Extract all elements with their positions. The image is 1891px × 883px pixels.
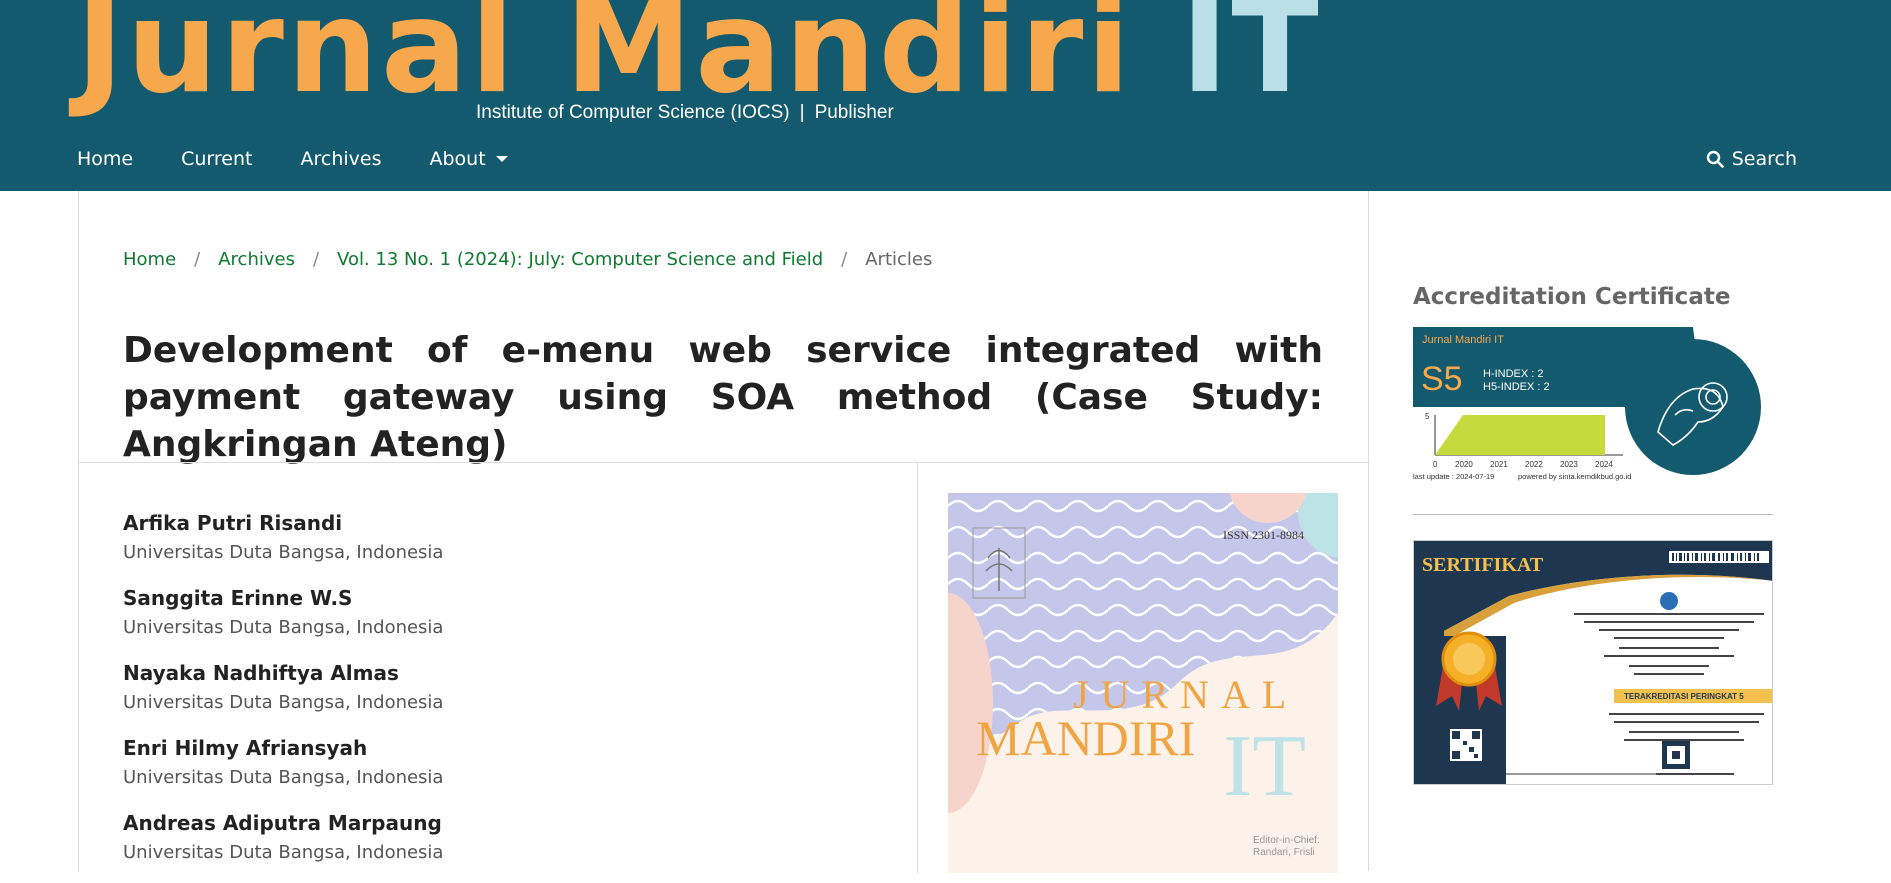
author-name: Enri Hilmy Afriansyah [123,736,368,760]
nav-about-label: About [429,148,486,170]
sidebar-divider [1413,514,1773,515]
cover-issn: ISSN 2301-8984 [1223,528,1304,542]
subtitle-separator: | [799,102,805,123]
breadcrumb-issue[interactable]: Vol. 13 No. 1 (2024): July: Computer Sci… [337,249,823,270]
author-name: Andreas Adiputra Marpaung [123,811,442,835]
sinta-grade: S5 [1421,360,1463,398]
certificate-title: SERTIFIKAT [1422,554,1544,576]
site-logo[interactable]: Jurnal Mandiri IT [76,0,1322,112]
sinta-last-update: last update : 2024-07-19 [1413,472,1494,481]
search-label: Search [1731,148,1797,170]
main-nav: Home Current Archives About [77,148,508,170]
nav-current[interactable]: Current [181,148,252,170]
author-list: Arfika Putri Risandi Universitas Duta Ba… [123,508,883,883]
article-title: Development of e-menu web service integr… [123,330,1323,465]
author-affiliation: Universitas Duta Bangsa, Indonesia [123,617,444,638]
chevron-down-icon [495,156,508,162]
breadcrumb-home[interactable]: Home [123,249,176,270]
search-link[interactable]: Search [1706,148,1797,170]
cover-word-it: IT [1223,718,1306,815]
sinta-journal-name: Jurnal Mandiri IT [1422,334,1504,346]
sinta-h-index: H-INDEX : 2 [1483,368,1544,380]
sinta-x-tick: 2020 [1455,460,1473,469]
sinta-h5-index: H5-INDEX : 2 [1483,381,1550,393]
search-icon [1706,150,1724,168]
cover-art: ISSN 2301-8984 JURNAL MANDIRI IT Editor-… [948,493,1338,873]
site-header: Jurnal Mandiri IT Institute of Computer … [0,0,1891,191]
logo-text-it: IT [1180,0,1322,122]
sinta-x-tick: 2023 [1560,460,1578,469]
breadcrumb-current: Articles [865,249,933,270]
sinta-x-tick: 2021 [1490,460,1508,469]
journal-cover-image[interactable]: ISSN 2301-8984 JURNAL MANDIRI IT Editor-… [948,493,1338,873]
author-entry: Sanggita Erinne W.S Universitas Duta Ban… [123,583,883,643]
author-name: Arfika Putri Risandi [123,511,343,535]
sinta-badge-art: Jurnal Mandiri IT S5 H-INDEX : 2 H5-INDE… [1413,327,1761,483]
column-divider [917,463,918,873]
cover-editor-label: Editor-in-Chief: [1253,835,1320,846]
breadcrumb-separator: / [841,249,848,270]
author-name: Nayaka Nadhiftya Almas [123,661,399,685]
divider [79,462,1370,463]
accreditation-certificate[interactable]: SERTIFIKAT TERAKREDITASI PERINGKAT 5 [1413,540,1773,785]
breadcrumb-separator: / [312,249,320,270]
sinta-y-tick: 5 [1425,412,1430,421]
author-affiliation: Universitas Duta Bangsa, Indonesia [123,842,444,863]
breadcrumb-archives[interactable]: Archives [218,249,295,270]
sinta-x-tick: 0 [1433,460,1438,469]
author-affiliation: Universitas Duta Bangsa, Indonesia [123,542,444,563]
author-affiliation: Universitas Duta Bangsa, Indonesia [123,767,444,788]
certificate-art: SERTIFIKAT TERAKREDITASI PERINGKAT 5 [1414,541,1772,784]
sinta-x-tick: 2022 [1525,460,1543,469]
nav-archives[interactable]: Archives [300,148,381,170]
breadcrumb: Home / Archives / Vol. 13 No. 1 (2024): … [123,249,932,270]
cover-editor-name: Randari, Frisli [1253,847,1315,858]
sinta-score-area [1435,415,1605,455]
breadcrumb-separator: / [194,249,201,270]
cover-word-mandiri: MANDIRI [976,710,1195,766]
author-entry: Andreas Adiputra Marpaung Universitas Du… [123,808,883,868]
author-entry: Arfika Putri Risandi Universitas Duta Ba… [123,508,883,568]
certificate-badge: TERAKREDITASI PERINGKAT 5 [1624,692,1744,701]
sinta-x-tick: 2024 [1595,460,1613,469]
nav-home[interactable]: Home [77,148,133,170]
main-content: Home / Archives / Vol. 13 No. 1 (2024): … [78,191,1370,873]
publisher-label: Publisher [814,102,894,123]
sinta-powered-by: powered by sinta.kemdikbud.go.id [1518,472,1631,481]
sidebar-title: Accreditation Certificate [1413,284,1731,310]
nav-about[interactable]: About [429,148,508,170]
author-entry: Nayaka Nadhiftya Almas Universitas Duta … [123,658,883,718]
author-affiliation: Universitas Duta Bangsa, Indonesia [123,692,444,713]
logo-subtitle: Institute of Computer Science (IOCS) | Pub… [476,102,894,124]
author-name: Sanggita Erinne W.S [123,586,353,610]
sinta-badge[interactable]: Jurnal Mandiri IT S5 H-INDEX : 2 H5-INDE… [1413,327,1761,483]
author-entry: Enri Hilmy Afriansyah Universitas Duta B… [123,733,883,793]
publisher-name: Institute of Computer Science (IOCS) [476,102,790,123]
